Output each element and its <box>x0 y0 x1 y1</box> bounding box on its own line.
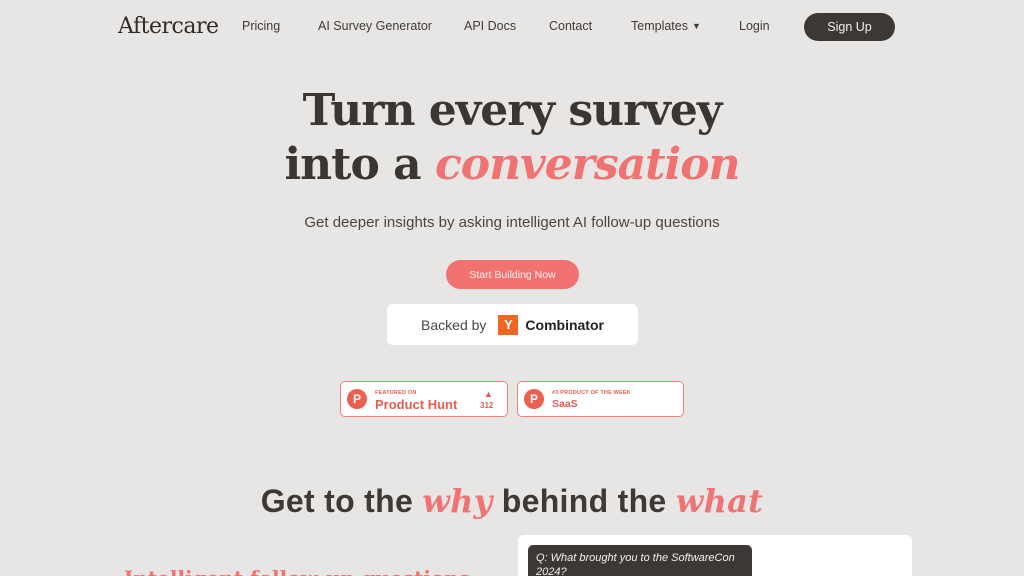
nav-ai-survey-generator[interactable]: AI Survey Generator <box>318 19 432 33</box>
backed-by-label: Backed by <box>421 316 487 333</box>
badge-small-text: FEATURED ON <box>375 390 417 396</box>
section-title-part1: Get to the <box>260 483 423 519</box>
hero-title-line1: Turn every survey <box>302 85 723 136</box>
y-combinator-logo-icon: Y <box>498 314 519 335</box>
feature-heading: Intelligent follow-up questions <box>124 566 470 576</box>
product-of-the-week-badge[interactable]: P #3 PRODUCT OF THE WEEK SaaS <box>517 381 684 417</box>
product-hunt-icon: P <box>347 389 367 409</box>
hero-subtitle: Get deeper insights by asking intelligen… <box>304 214 720 231</box>
badge-big-text: SaaS <box>552 398 578 410</box>
top-nav: Aftercare Pricing AI Survey Generator AP… <box>0 0 1024 54</box>
hero-title: Turn every survey into a conversation <box>0 84 1024 192</box>
hero-title-line2-prefix: into a <box>284 139 435 190</box>
section-title-accent-why: why <box>422 482 493 520</box>
start-building-button[interactable]: Start Building Now <box>446 260 579 289</box>
backed-by-badge: Backed by Y Combinator <box>387 304 638 345</box>
y-combinator-name: Combinator <box>525 316 604 333</box>
product-hunt-icon: P <box>524 389 544 409</box>
chevron-down-icon: ▼ <box>691 21 701 31</box>
section-title-part2: behind the <box>492 483 676 519</box>
nav-pricing[interactable]: Pricing <box>242 19 280 33</box>
section-title: Get to the why behind the what <box>0 482 1024 520</box>
question-bubble: Q: What brought you to the SoftwareCon 2… <box>528 545 752 576</box>
nav-contact[interactable]: Contact <box>549 19 592 33</box>
sign-up-button[interactable]: Sign Up <box>804 13 895 41</box>
survey-demo-card: Q: What brought you to the SoftwareCon 2… <box>518 535 912 576</box>
badge-big-text: Product Hunt <box>375 397 458 412</box>
upvote-count: 312 <box>480 401 494 410</box>
nav-api-docs[interactable]: API Docs <box>464 19 516 33</box>
nav-templates-label: Templates <box>631 19 688 33</box>
upvote-arrow-icon: ▲ <box>484 389 493 399</box>
section-title-accent-what: what <box>675 482 764 520</box>
hero-title-accent: conversation <box>435 139 741 190</box>
nav-login[interactable]: Login <box>739 19 770 33</box>
badge-small-text: #3 PRODUCT OF THE WEEK <box>552 390 631 396</box>
logo[interactable]: Aftercare <box>118 14 219 39</box>
nav-templates[interactable]: Templates ▼ <box>631 19 701 33</box>
product-hunt-featured-badge[interactable]: P FEATURED ON Product Hunt ▲ 312 <box>340 381 508 417</box>
